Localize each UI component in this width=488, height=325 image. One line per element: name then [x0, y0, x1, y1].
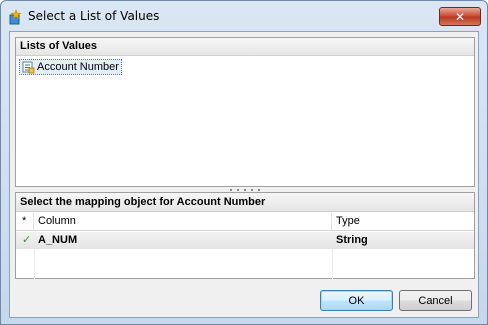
ok-button[interactable]: OK [320, 290, 393, 311]
row-column-value: A_NUM [38, 234, 78, 246]
list-of-values-icon [22, 61, 35, 73]
list-item-label: Account Number [37, 61, 119, 73]
grid-divider [332, 249, 333, 279]
mapping-object-header: Select the mapping object for Account Nu… [16, 193, 474, 212]
column-header-marker[interactable]: * [16, 213, 34, 231]
mapping-object-panel: Select the mapping object for Account Nu… [15, 192, 475, 279]
column-header-column[interactable]: Column [34, 213, 332, 231]
lists-of-values-header: Lists of Values [16, 38, 474, 56]
dialog-body: Lists of Values Account Number Select th… [9, 31, 479, 318]
row-type-value: String [336, 234, 368, 246]
list-item-account-number[interactable]: Account Number [19, 59, 122, 75]
window-title: Select a List of Values [28, 9, 160, 23]
lists-of-values-panel: Lists of Values Account Number [15, 37, 475, 187]
cancel-button[interactable]: Cancel [399, 290, 472, 311]
close-button[interactable]: ✕ [439, 7, 481, 26]
column-header-type[interactable]: Type [332, 213, 474, 231]
dialog-window: Select a List of Values ✕ Lists of Value… [0, 0, 488, 325]
table-row[interactable]: ✓ A_NUM String [16, 232, 474, 249]
tool-wizard-icon [9, 9, 22, 25]
close-icon: ✕ [454, 9, 466, 24]
check-icon: ✓ [22, 233, 32, 246]
title-bar[interactable]: Select a List of Values ✕ [1, 1, 487, 31]
grid-divider [34, 249, 35, 279]
